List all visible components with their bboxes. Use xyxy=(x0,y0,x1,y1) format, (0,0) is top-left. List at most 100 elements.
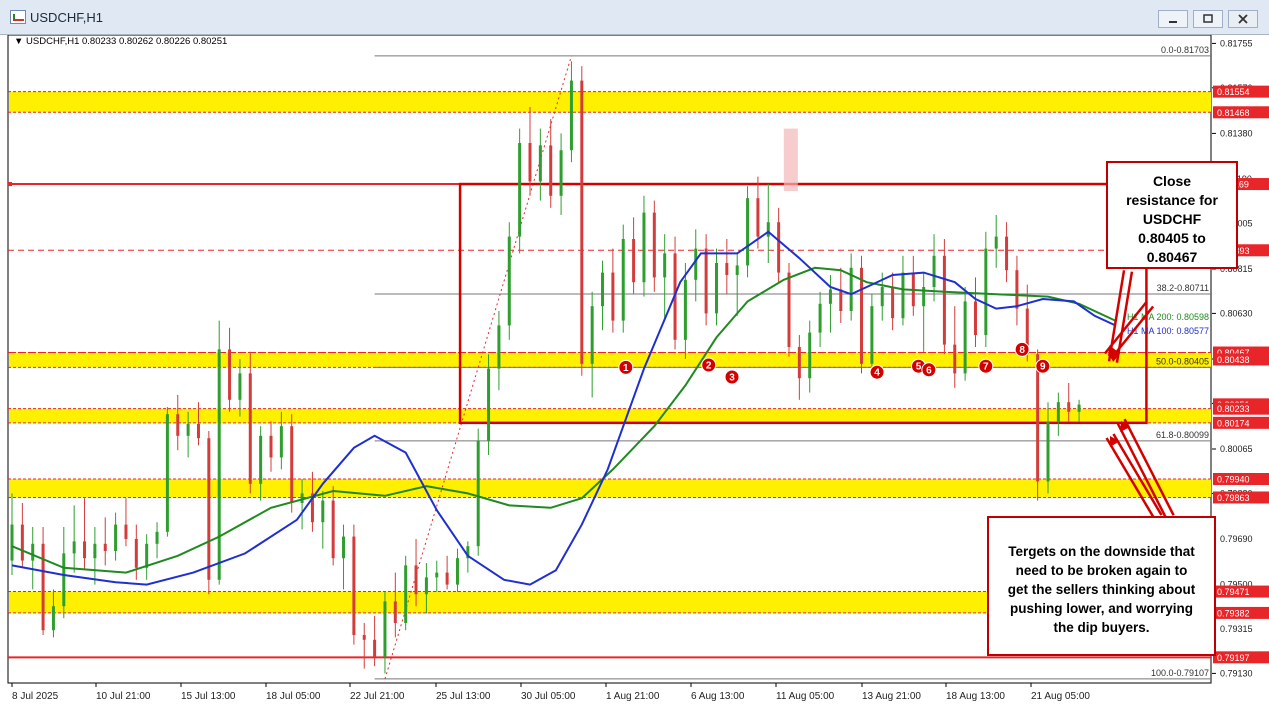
candle-body xyxy=(155,531,159,544)
candle xyxy=(507,222,511,340)
price-axis-label: 0.79382 xyxy=(1213,606,1269,619)
candle xyxy=(984,231,988,347)
candle-body xyxy=(41,543,45,631)
candle-body xyxy=(590,306,594,364)
candle-body xyxy=(1015,270,1019,309)
candle-body xyxy=(114,524,118,551)
candle xyxy=(217,320,221,585)
x-axis-tick-label: 8 Jul 2025 xyxy=(12,691,59,702)
support-resistance-zone xyxy=(9,479,1211,498)
candle-body xyxy=(1005,236,1009,271)
numbered-marker: 9 xyxy=(1035,358,1051,374)
candle-body xyxy=(259,435,263,484)
candle-body xyxy=(476,440,480,547)
price-axis-label: 0.81468 xyxy=(1213,106,1269,119)
candle-body xyxy=(766,222,770,237)
callout-line: USDCHF xyxy=(1142,211,1202,227)
candle-body xyxy=(362,635,366,640)
candle xyxy=(207,431,211,595)
fib-level-label: 50.0-0.80405 xyxy=(1156,356,1209,366)
candle-body xyxy=(828,289,832,304)
price-label-text: 0.80174 xyxy=(1217,418,1250,428)
candle-body xyxy=(580,80,584,364)
candle xyxy=(165,407,169,537)
candle-body xyxy=(973,301,977,335)
marker-number: 1 xyxy=(623,363,629,374)
candle-body xyxy=(424,577,428,595)
candle-body xyxy=(72,541,76,554)
candle-body xyxy=(93,543,97,559)
candle-body xyxy=(83,541,87,559)
callout-line: the dip buyers. xyxy=(1053,620,1150,635)
numbered-marker: 7 xyxy=(978,358,994,374)
price-axis-label: 0.79940 xyxy=(1213,473,1269,485)
ohlc-values: 0.80233 0.80262 0.80226 0.80251 xyxy=(82,36,228,47)
dropdown-arrow-icon[interactable]: ▼ xyxy=(14,36,23,47)
ma200-label: H1 MA 200: 0.80598 xyxy=(1127,312,1209,322)
x-axis-tick-label: 11 Aug 05:00 xyxy=(776,691,835,702)
price-axis-label: 0.80438 xyxy=(1213,353,1269,366)
candle-body xyxy=(932,255,936,287)
numbered-marker: 1 xyxy=(618,359,634,375)
price-axis-label: 0.81554 xyxy=(1213,85,1269,98)
candle-body xyxy=(569,80,573,151)
marker-number: 3 xyxy=(729,373,735,384)
candle-body xyxy=(435,572,439,578)
minimize-icon xyxy=(1169,21,1177,23)
ma100-label: H1 MA 100: 0.80577 xyxy=(1127,326,1209,336)
price-label-text: 0.79863 xyxy=(1217,493,1250,503)
candle-body xyxy=(331,500,335,559)
candle-body xyxy=(652,212,656,278)
resistance-callout: Close resistance for USDCHF 0.80405 to 0… xyxy=(1106,161,1238,269)
price-label-text: 0.79382 xyxy=(1217,608,1250,618)
highlight-rect xyxy=(783,128,798,191)
y-axis-tick-label: 0.80630 xyxy=(1220,308,1253,318)
maximize-button[interactable] xyxy=(1193,10,1223,28)
candle-body xyxy=(290,426,294,503)
marker-number: 5 xyxy=(916,362,922,373)
price-label-text: 0.79471 xyxy=(1217,587,1250,597)
candle-body xyxy=(352,536,356,635)
candle-body xyxy=(342,536,346,559)
fib-level-label: 100.0-0.79107 xyxy=(1151,668,1209,678)
candle xyxy=(860,255,864,374)
level-handle[interactable] xyxy=(8,182,12,187)
callout-line: resistance for xyxy=(1126,192,1218,208)
marker-number: 4 xyxy=(874,368,880,379)
candle-body xyxy=(518,143,522,237)
x-axis-tick-label: 30 Jul 05:00 xyxy=(521,691,576,702)
numbered-marker: 4 xyxy=(869,364,885,380)
x-axis-tick-label: 18 Aug 13:00 xyxy=(946,691,1005,702)
candle xyxy=(580,66,584,376)
candle-body xyxy=(497,325,501,369)
marker-number: 6 xyxy=(926,365,932,376)
price-label-text: 0.79197 xyxy=(1217,653,1250,663)
candle-body xyxy=(994,236,998,249)
close-button[interactable] xyxy=(1228,10,1258,28)
candle-body xyxy=(62,553,66,607)
y-axis-tick-label: 0.81380 xyxy=(1220,128,1253,138)
candle-body xyxy=(248,373,252,484)
candle-body xyxy=(611,272,615,321)
close-icon xyxy=(1238,14,1248,24)
minimize-button[interactable] xyxy=(1158,10,1188,28)
candle-body xyxy=(373,639,377,657)
candle-body xyxy=(207,438,211,580)
price-label-text: 0.80438 xyxy=(1217,355,1250,365)
fib-level-label: 38.2-0.80711 xyxy=(1157,283,1209,293)
candle-body xyxy=(20,524,24,561)
candle-body xyxy=(984,248,988,335)
symbol-label: USDCHF,H1 xyxy=(26,36,80,47)
x-axis-tick-label: 1 Aug 21:00 xyxy=(606,691,660,702)
candle-body xyxy=(1067,402,1071,412)
callout-line: Tergets on the downside that xyxy=(1008,544,1195,559)
price-axis-label: 0.79197 xyxy=(1213,651,1269,664)
candle-body xyxy=(1046,421,1050,482)
candle-body xyxy=(777,222,781,273)
price-label-text: 0.81468 xyxy=(1217,108,1250,118)
candle-body xyxy=(196,423,200,439)
candle-body xyxy=(735,265,739,275)
candle-body xyxy=(269,435,273,458)
candle-body xyxy=(321,500,325,523)
price-axis-label: 0.79863 xyxy=(1213,491,1269,504)
